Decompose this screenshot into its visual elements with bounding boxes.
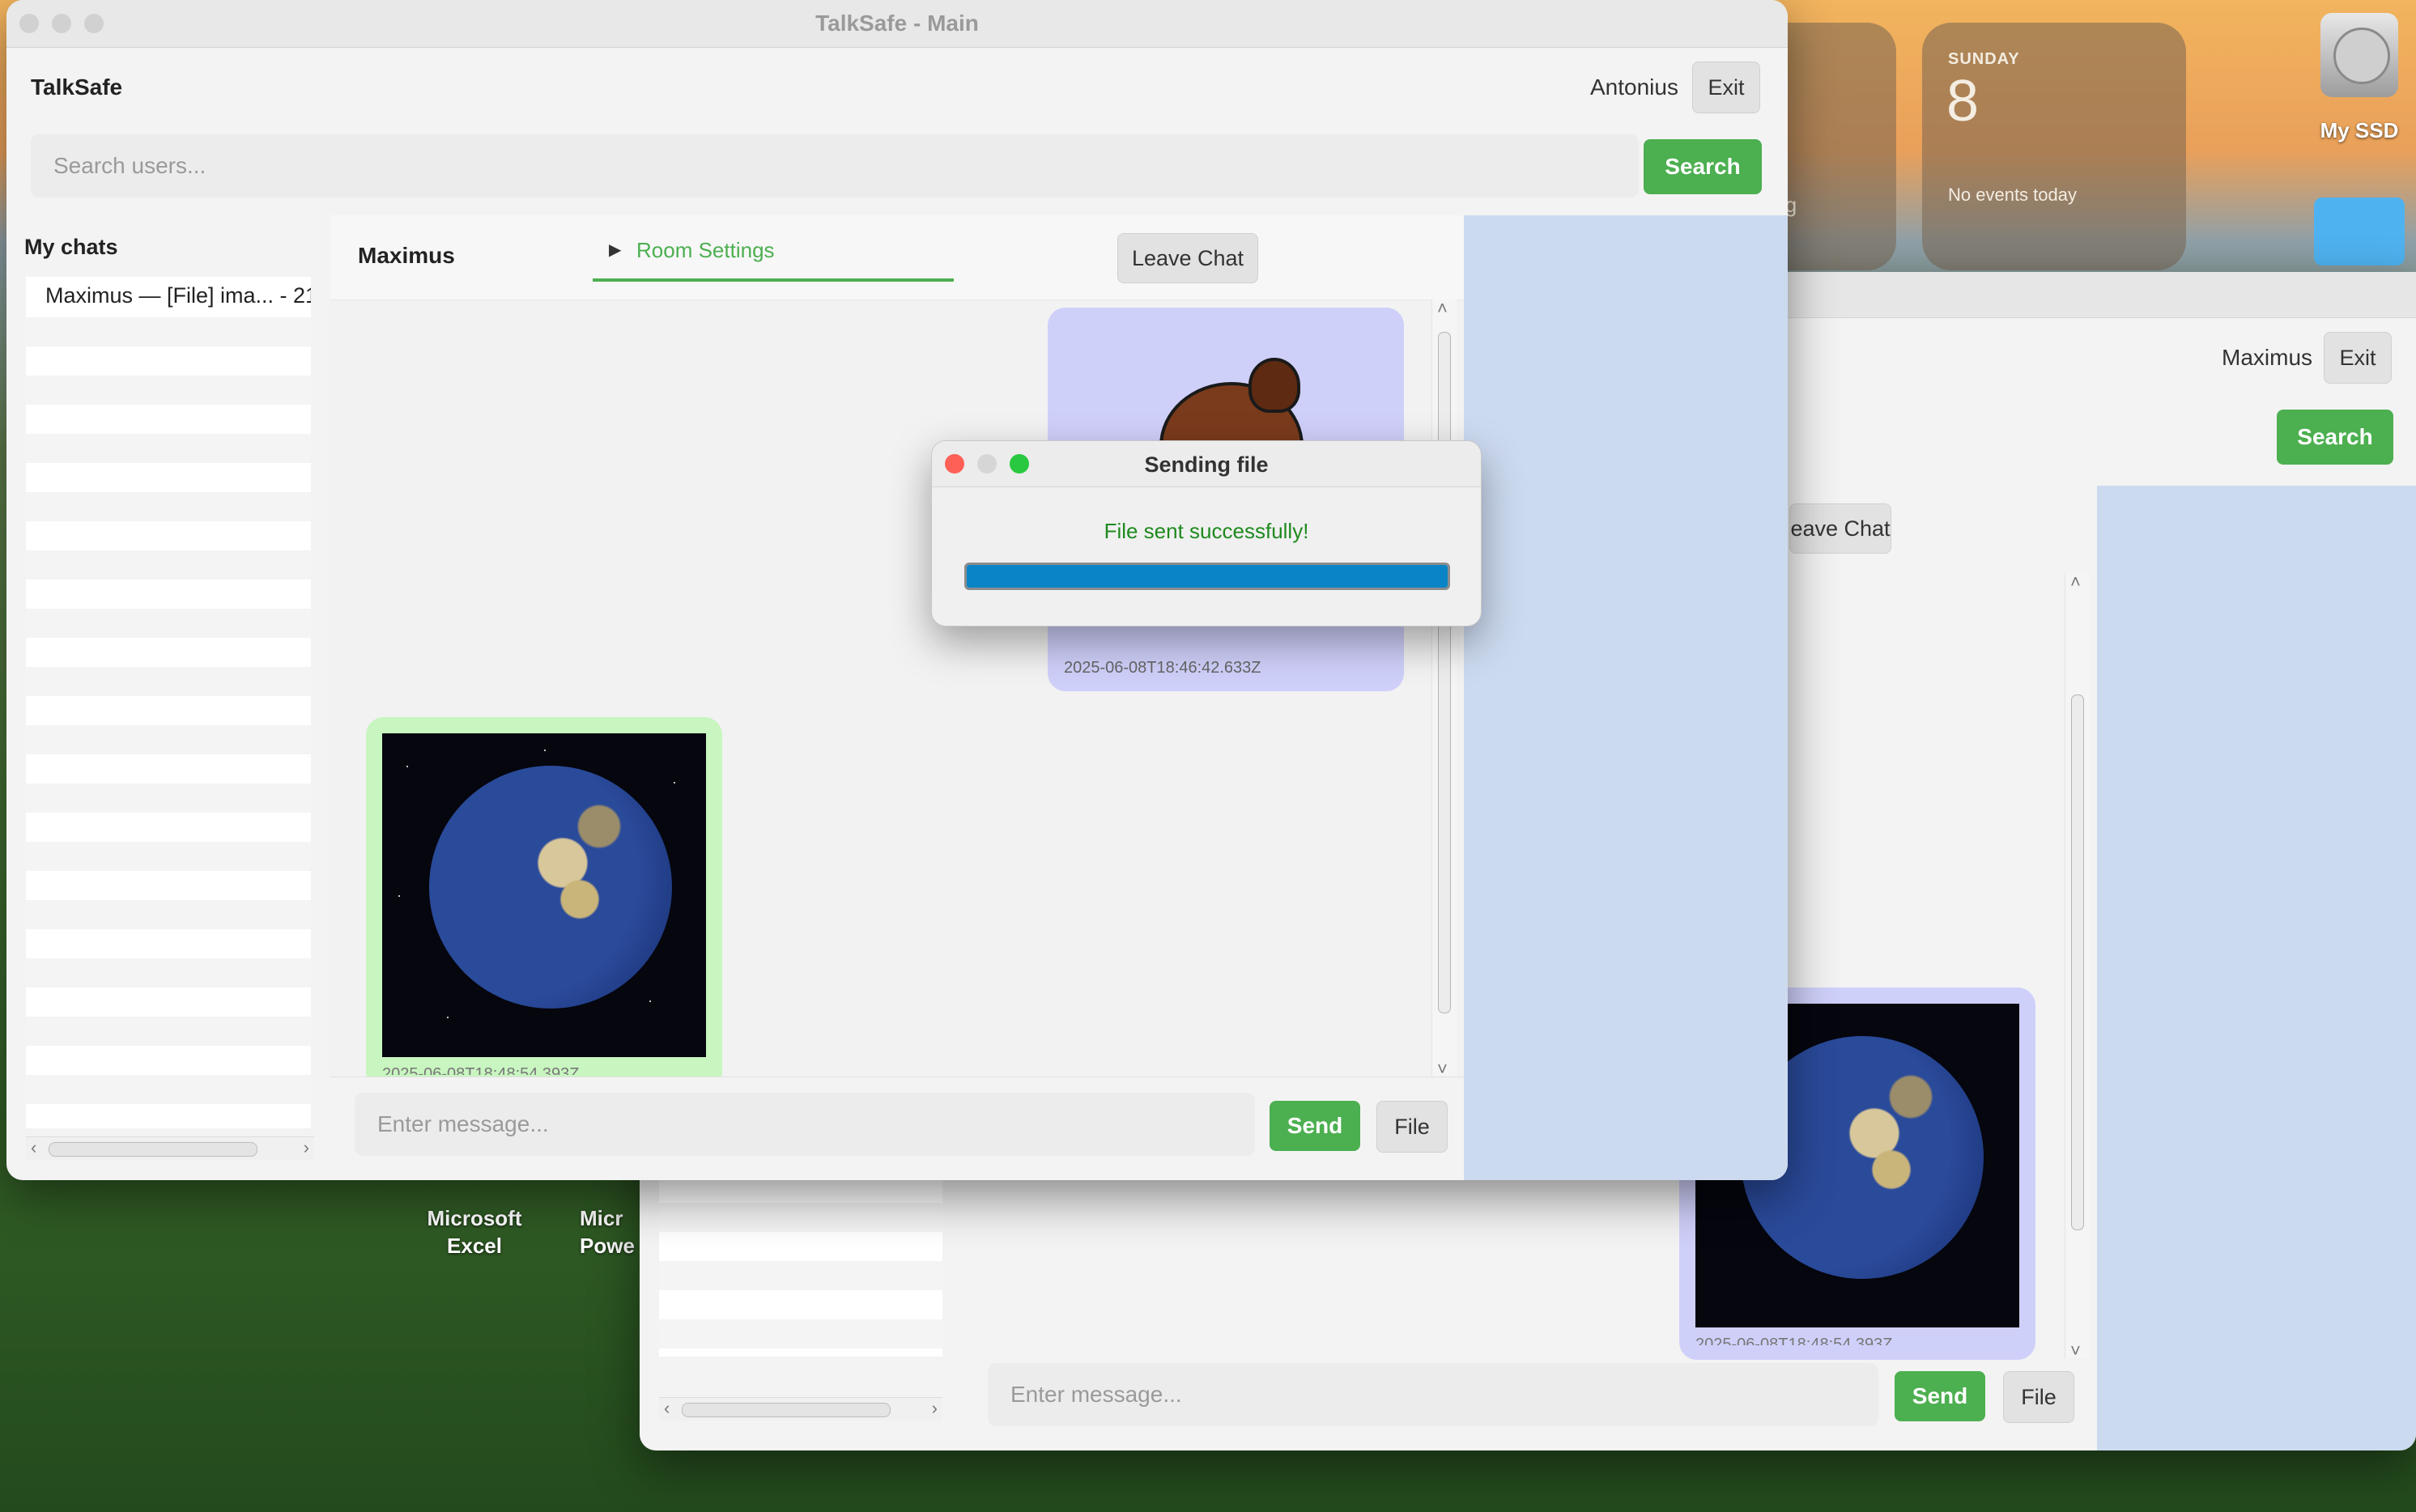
second-user-name: Maximus <box>2222 345 2313 370</box>
chat-panel: Maximus ▶ Room Settings Leave Chat 2025-… <box>330 215 1464 1180</box>
user-name: Antonius <box>1590 74 1678 100</box>
excel-label[interactable]: Microsoft Excel <box>411 1204 538 1259</box>
powerpoint-label[interactable]: Micr Powe <box>580 1204 644 1259</box>
dialog-titlebar[interactable]: Sending file <box>932 441 1481 487</box>
second-message-vscroll[interactable]: ˄ ˅ <box>2065 571 2090 1361</box>
send-button[interactable]: Send <box>1270 1101 1360 1151</box>
scroll-right-icon[interactable]: › <box>304 1137 309 1158</box>
second-chat-list-hscroll[interactable]: ‹ › <box>659 1397 942 1421</box>
main-titlebar[interactable]: TalkSafe - Main <box>6 0 1788 48</box>
chat-list[interactable]: Maximus — [File] ima... - 21: <box>26 277 311 1128</box>
second-vscroll-thumb[interactable] <box>2071 694 2084 1230</box>
second-hscroll-thumb[interactable] <box>682 1403 891 1417</box>
search-button[interactable]: Search <box>1644 139 1762 194</box>
scroll-up-icon[interactable]: ˄ <box>1437 298 1448 319</box>
chat-list-hscroll[interactable]: ‹ › <box>26 1136 314 1160</box>
message-vscroll[interactable]: ˄ ˅ <box>1431 298 1457 1079</box>
room-settings-label: Room Settings <box>636 238 775 262</box>
second-search-button[interactable]: Search <box>2277 410 2393 465</box>
second-leave-chat-button[interactable]: eave Chat <box>1789 503 1891 554</box>
calendar-events: No events today <box>1948 185 2077 205</box>
excel-label-line1: Microsoft <box>427 1206 522 1230</box>
calendar-day: SUNDAY <box>1948 50 2020 68</box>
scroll-left-icon[interactable]: ‹ <box>664 1398 670 1419</box>
exit-button[interactable]: Exit <box>1692 62 1760 113</box>
chat-list-item-label: Maximus — [File] ima... - 21: <box>45 283 311 308</box>
dialog-title: Sending file <box>1144 452 1269 477</box>
ppt-label-line1: Micr <box>580 1206 623 1230</box>
disk-label[interactable]: My SSD <box>2304 117 2414 144</box>
search-input[interactable] <box>31 134 1639 197</box>
second-chat-list[interactable] <box>659 1179 942 1357</box>
received-message-timestamp: 2025-06-08T18:48:54.393Z <box>382 1065 580 1075</box>
hscroll-thumb[interactable] <box>49 1142 257 1157</box>
second-message-timestamp: 2025-06-08T18:48:54.393Z <box>1695 1336 1893 1345</box>
second-exit-button[interactable]: Exit <box>2324 332 2392 384</box>
room-settings-tab[interactable]: ▶ Room Settings <box>593 230 954 282</box>
chat-header-name: Maximus <box>358 243 455 268</box>
main-window-title: TalkSafe - Main <box>815 11 979 36</box>
ppt-label-line2: Powe <box>580 1234 635 1258</box>
folder-icon[interactable] <box>2314 197 2405 265</box>
progress-fill <box>967 565 1448 588</box>
dialog-status: File sent successfully! <box>1104 519 1309 543</box>
leave-chat-button[interactable]: Leave Chat <box>1117 233 1258 283</box>
main-window[interactable]: TalkSafe - Main TalkSafe Antonius Exit S… <box>6 0 1788 1180</box>
scroll-down-icon[interactable]: ˅ <box>2070 1340 2081 1361</box>
chat-list-item[interactable]: Maximus — [File] ima... - 21: <box>26 277 311 312</box>
sent-message-timestamp: 2025-06-08T18:46:42.633Z <box>1064 659 1261 677</box>
second-file-button[interactable]: File <box>2003 1371 2074 1423</box>
scroll-left-icon[interactable]: ‹ <box>31 1137 36 1158</box>
calendar-widget[interactable]: SUNDAY 8 No events today <box>1922 23 2186 270</box>
message-input[interactable] <box>355 1093 1255 1156</box>
second-message-input[interactable] <box>988 1363 1878 1426</box>
side-panel <box>1464 215 1788 1180</box>
calendar-date: 8 <box>1946 69 1980 134</box>
second-send-button[interactable]: Send <box>1895 1371 1985 1421</box>
second-side-panel <box>2097 486 2416 1450</box>
file-button[interactable]: File <box>1376 1101 1448 1153</box>
vscroll-thumb[interactable] <box>1438 332 1451 1013</box>
disk-icon[interactable] <box>2320 13 2398 97</box>
excel-label-line2: Excel <box>447 1234 502 1258</box>
scroll-right-icon[interactable]: › <box>932 1398 938 1419</box>
my-chats-label: My chats <box>24 235 118 259</box>
received-message-bubble: 2025-06-08T18:48:54.393Z <box>366 717 722 1089</box>
expand-triangle-icon: ▶ <box>609 241 622 259</box>
earth-image[interactable] <box>382 733 706 1057</box>
progress-bar <box>964 563 1450 590</box>
sending-file-dialog[interactable]: Sending file File sent successfully! <box>931 440 1482 626</box>
scroll-up-icon[interactable]: ˄ <box>2070 571 2081 592</box>
app-name: TalkSafe <box>31 74 123 100</box>
